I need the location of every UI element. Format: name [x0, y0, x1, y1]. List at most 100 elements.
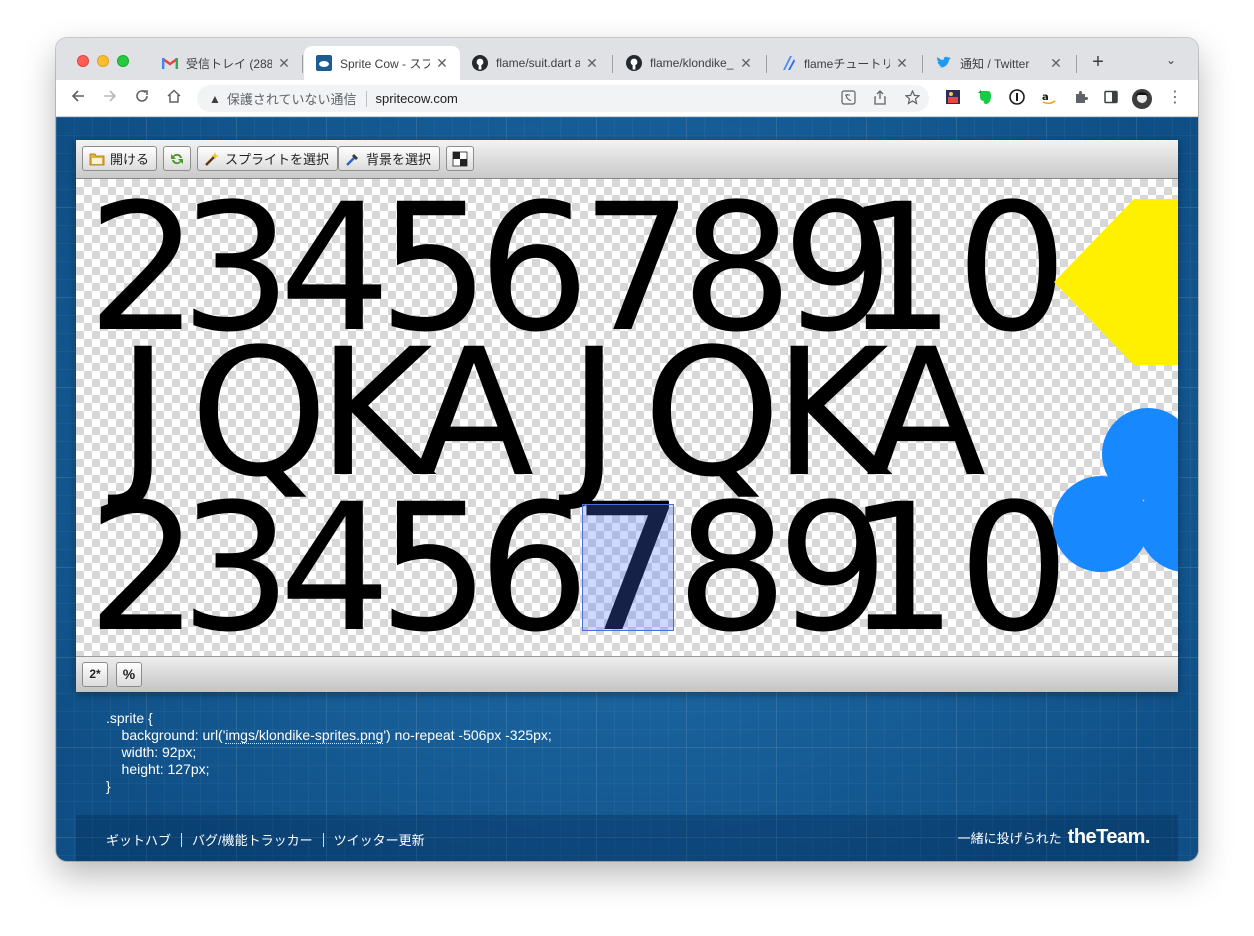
sheet-glyph: 8 [676, 466, 788, 656]
tab-separator [612, 55, 613, 73]
tab-label: Sprite Cow - スプ [340, 56, 430, 71]
browser-menu-icon[interactable]: ⋮ [1166, 89, 1184, 107]
percent-button[interactable]: % [116, 662, 142, 687]
spritecow-icon [316, 55, 332, 71]
minimize-window-button[interactable] [97, 55, 109, 67]
select-background-label: 背景を選択 [366, 152, 432, 167]
footer-link-twitter[interactable]: ツイッター更新 [334, 830, 425, 849]
refresh-icon [169, 151, 185, 167]
css-output[interactable]: .sprite { background: url('imgs/klondike… [106, 710, 552, 795]
reload-button[interactable] [131, 88, 153, 110]
flame-docs-icon [780, 55, 796, 71]
reload-icon [136, 90, 148, 102]
checkerboard-icon [452, 151, 468, 167]
translate-icon[interactable] [839, 90, 857, 108]
github-icon [626, 55, 642, 71]
evernote-icon[interactable] [976, 89, 994, 107]
zoom-2x-button[interactable]: 2* [82, 662, 108, 687]
editor-bottom-bar: 2* % [76, 656, 1178, 692]
page-content: 開ける スプライトを選択 背景を選択 2 3 4 5 6 7 8 9 10 J … [56, 117, 1198, 861]
css-image-path[interactable]: imgs/klondike-sprites.png [225, 727, 384, 744]
tab-gmail[interactable]: 受信トレイ (288) ✕ [150, 46, 302, 80]
footer-separator [322, 832, 324, 847]
sheet-glyph: 3 [180, 466, 292, 656]
css-selector: .sprite { [106, 710, 153, 726]
extension-manga-icon[interactable] [944, 89, 962, 107]
tab-flame-tutorial[interactable]: flameチュートリ ✕ [768, 46, 920, 80]
select-sprite-label: スプライトを選択 [225, 152, 330, 167]
open-button[interactable]: 開ける [82, 146, 157, 171]
security-status[interactable]: 保護されていない通信 [227, 89, 357, 108]
footer-links: ギットハブ バグ/機能トラッカー ツイッター更新 [106, 830, 425, 849]
tab-close-icon[interactable]: ✕ [276, 55, 292, 72]
side-panel-icon[interactable] [1102, 89, 1120, 107]
back-button[interactable] [67, 88, 89, 110]
css-width: width: 92px; [106, 744, 197, 760]
profile-avatar[interactable] [1132, 89, 1152, 109]
editor-toolbar: 開ける スプライトを選択 背景を選択 [76, 140, 1178, 179]
toggle-background-button[interactable] [446, 146, 474, 171]
sprite-selection-box[interactable] [582, 504, 674, 631]
amazon-assistant-icon[interactable]: a [1040, 89, 1058, 107]
svg-text:a: a [1042, 92, 1049, 103]
footer-separator [181, 832, 183, 847]
tab-sprite-cow[interactable]: Sprite Cow - スプ ✕ [304, 46, 460, 80]
theteam-logo[interactable]: theTeam. [1068, 826, 1151, 849]
tab-github-klondike[interactable]: flame/klondike_ ✕ [614, 46, 764, 80]
browser-window: 受信トレイ (288) ✕ Sprite Cow - スプ ✕ flame/su… [56, 38, 1198, 861]
credit-text: 一緒に投げられた [957, 831, 1062, 846]
extensions-puzzle-icon[interactable] [1072, 89, 1090, 107]
css-background-suffix: ') no-repeat -506px -325px; [383, 727, 552, 743]
bookmark-star-icon[interactable] [903, 89, 921, 108]
tab-github-suit[interactable]: flame/suit.dart a ✕ [460, 46, 610, 80]
tab-close-icon[interactable]: ✕ [434, 55, 450, 72]
tab-strip: 受信トレイ (288) ✕ Sprite Cow - スプ ✕ flame/su… [56, 38, 1198, 80]
eyedropper-icon [345, 151, 361, 167]
sprite-canvas[interactable]: 2 3 4 5 6 7 8 9 10 J Q K A J Q K A 2 3 4… [76, 179, 1178, 656]
sheet-glyph: 10 [846, 466, 1070, 656]
reload-image-button[interactable] [163, 146, 191, 171]
tab-separator [1076, 55, 1077, 73]
browser-toolbar: ▲ 保護されていない通信 spritecow.com a ⋮ [56, 80, 1198, 117]
tab-separator [766, 55, 767, 73]
twitter-icon [936, 55, 952, 71]
css-close-brace: } [106, 778, 111, 794]
tab-twitter[interactable]: 通知 / Twitter ✕ [924, 46, 1074, 80]
home-icon [167, 89, 181, 103]
sheet-glyph: 4 [279, 466, 391, 656]
arrow-left-icon [71, 90, 84, 102]
tab-label: flame/klondike_ [650, 56, 734, 70]
tab-close-icon[interactable]: ✕ [894, 55, 910, 72]
tab-separator [922, 55, 923, 73]
select-background-button[interactable]: 背景を選択 [338, 146, 440, 171]
url-text[interactable]: spritecow.com [376, 91, 458, 106]
footer-credit: 一緒に投げられた theTeam. [957, 826, 1151, 849]
folder-icon [89, 151, 105, 167]
diamond-suit-sprite [1054, 199, 1178, 365]
warning-icon[interactable]: ▲ [209, 92, 221, 106]
address-bar[interactable]: ▲ 保護されていない通信 spritecow.com [197, 85, 929, 112]
tab-label: flameチュートリ [804, 56, 890, 71]
tab-label: 受信トレイ (288) [186, 56, 272, 71]
footer-link-tracker[interactable]: バグ/機能トラッカー [192, 830, 313, 849]
footer-link-github[interactable]: ギットハブ [106, 830, 171, 849]
sheet-glyph: 5 [378, 466, 490, 656]
sprite-editor: 開ける スプライトを選択 背景を選択 2 3 4 5 6 7 8 9 10 J … [76, 140, 1178, 692]
forward-button[interactable] [99, 88, 121, 110]
share-icon[interactable] [871, 90, 889, 108]
page-footer: ギットハブ バグ/機能トラッカー ツイッター更新 一緒に投げられた theTea… [76, 815, 1178, 861]
tab-close-icon[interactable]: ✕ [738, 55, 754, 72]
tab-search-icon[interactable]: ⌄ [1166, 53, 1176, 67]
tab-close-icon[interactable]: ✕ [1048, 55, 1064, 72]
home-button[interactable] [163, 88, 185, 110]
tab-close-icon[interactable]: ✕ [584, 55, 600, 72]
tab-separator [302, 55, 303, 73]
select-sprite-button[interactable]: スプライトを選択 [197, 146, 338, 171]
new-tab-button[interactable]: + [1086, 51, 1110, 75]
tab-label: 通知 / Twitter [960, 56, 1030, 71]
css-background-prefix: background: url(' [106, 727, 226, 743]
onepassword-icon[interactable] [1008, 89, 1026, 107]
zoom-window-button[interactable] [117, 55, 129, 67]
close-window-button[interactable] [77, 55, 89, 67]
css-height: height: 127px; [106, 761, 210, 777]
